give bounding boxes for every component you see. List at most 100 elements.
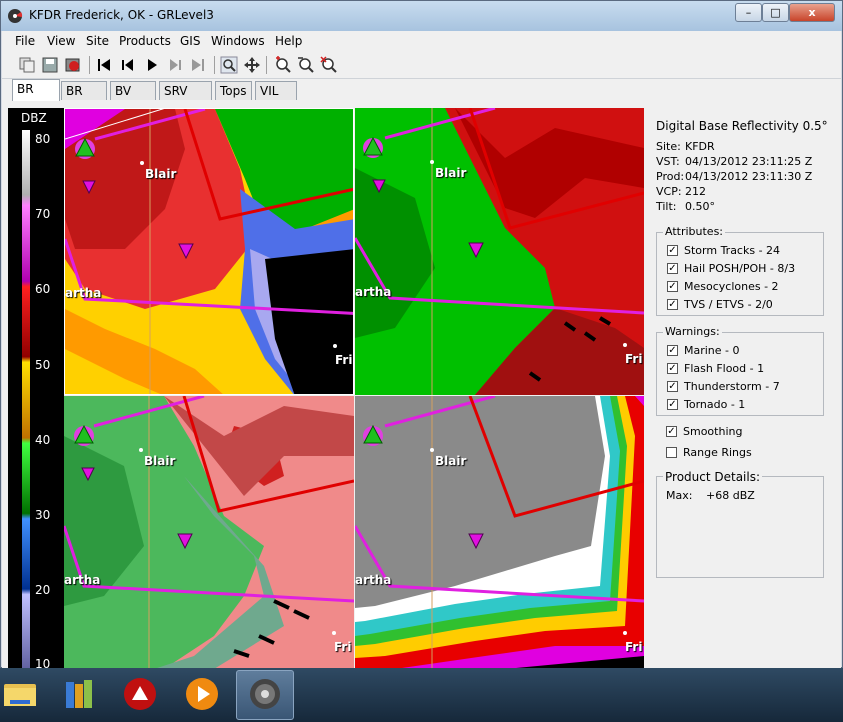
city-label-blair: Blair [435, 166, 467, 180]
scale-label-20: 20 [35, 583, 51, 597]
max-value: +68 dBZ [706, 489, 755, 502]
product-info-panel: Digital Base Reflectivity 0.5° Site: KFD… [646, 104, 839, 669]
city-label-martha: artha [355, 285, 392, 299]
checkbox-checked-icon[interactable]: ✓ [667, 345, 678, 356]
checkbox-checked-icon[interactable]: ✓ [667, 281, 678, 292]
scale-label-60: 60 [35, 282, 51, 296]
window-title: KFDR Frederick, OK - GRLevel3 [29, 8, 214, 22]
active-task-button[interactable] [236, 670, 294, 720]
zoom-reset-icon[interactable] [320, 56, 338, 74]
toolbar-separator [89, 56, 90, 74]
play-icon[interactable] [143, 56, 161, 74]
checkbox-checked-icon[interactable]: ✓ [667, 299, 678, 310]
toolbar-separator [266, 56, 267, 74]
attributes-title: Attributes: [663, 225, 726, 238]
city-label-fri: Fri [334, 640, 352, 654]
site-label: Site: [656, 140, 681, 153]
city-label-blair: Blair [144, 454, 176, 468]
city-label-fri: Fri [335, 353, 353, 367]
checkbox-checked-icon[interactable]: ✓ [666, 426, 677, 437]
menu-help[interactable]: Help [275, 34, 302, 48]
zoom-in-icon[interactable] [274, 56, 292, 74]
scale-label-70: 70 [35, 207, 51, 221]
menu-site[interactable]: Site [86, 34, 109, 48]
record-icon[interactable] [64, 56, 82, 74]
copy-icon[interactable] [18, 56, 36, 74]
menu-gis[interactable]: GIS [180, 34, 200, 48]
toolbar-separator [214, 56, 215, 74]
toolbar [2, 51, 841, 79]
menu-windows[interactable]: Windows [211, 34, 265, 48]
tab-tops[interactable]: Tops [215, 81, 252, 100]
tilt-label: Tilt: [656, 200, 677, 213]
title-bar[interactable]: KFDR Frederick, OK - GRLevel3 – □ x [1, 1, 842, 31]
tab-srv-0-5[interactable]: SRV 0.5° [159, 81, 212, 116]
city-label-blair: Blair [145, 167, 177, 181]
first-frame-icon[interactable] [95, 56, 113, 74]
product-details-title: Product Details: [663, 470, 763, 484]
color-scale-legend: DBZ 80 70 60 50 40 30 20 10 [8, 108, 64, 671]
radar-panel-reflectivity[interactable]: Blair artha Fri [64, 108, 354, 395]
file-explorer-icon[interactable] [0, 674, 40, 714]
attributes-group: Attributes: ✓ Storm Tracks - 24 ✓ Hail POS… [656, 225, 824, 316]
max-label: Max: [666, 489, 693, 502]
checkbox-checked-icon[interactable]: ✓ [667, 381, 678, 392]
product-title: Digital Base Reflectivity 0.5° [656, 119, 828, 133]
close-button[interactable]: x [789, 3, 835, 22]
product-details-group: Product Details: Max: +68 dBZ [656, 470, 824, 578]
tab-bv-0-5[interactable]: BV 0.5° [110, 81, 156, 116]
radar-panel-echo-tops[interactable]: Blair artha Fri [355, 396, 644, 669]
tilt-value: 0.50° [685, 200, 715, 213]
city-label-martha: artha [355, 573, 392, 587]
grlevel3-icon [250, 679, 280, 709]
libraries-icon[interactable] [60, 674, 100, 714]
checkbox-checked-icon[interactable]: ✓ [667, 363, 678, 374]
maximize-button[interactable]: □ [762, 3, 789, 22]
checkbox-checked-icon[interactable]: ✓ [667, 263, 678, 274]
prod-value: 04/13/2012 23:11:30 Z [685, 170, 813, 183]
city-label-fri: Fri [625, 352, 643, 366]
tab-br-0-5[interactable]: BR 0.5° [12, 79, 60, 114]
windows-taskbar [0, 668, 843, 722]
acrobat-icon[interactable] [120, 674, 160, 714]
save-icon[interactable] [41, 56, 59, 74]
city-label-martha: artha [65, 286, 102, 300]
menu-bar: File View Site Products GIS Windows Help [2, 31, 841, 51]
zoom-icon[interactable] [220, 56, 238, 74]
menu-products[interactable]: Products [119, 34, 171, 48]
scale-label-50: 50 [35, 358, 51, 372]
minimize-button[interactable]: – [735, 3, 762, 22]
tab-vil[interactable]: VIL [255, 81, 297, 100]
next-frame-icon[interactable] [166, 56, 184, 74]
vst-label: VST: [656, 155, 680, 168]
pan-icon[interactable] [243, 56, 261, 74]
checkbox-checked-icon[interactable]: ✓ [667, 245, 678, 256]
checkbox-checked-icon[interactable]: ✓ [667, 399, 678, 410]
radar-app-icon [8, 9, 23, 23]
color-scale-unit: DBZ [21, 111, 47, 125]
zoom-out-icon[interactable] [297, 56, 315, 74]
radar-panel-velocity[interactable]: Blair artha Fri [355, 108, 644, 395]
site-value: KFDR [685, 140, 715, 153]
warnings-group: Warnings: ✓ Marine - 0 ✓ Flash Flood - 1 ✓… [656, 325, 824, 416]
vcp-value: 212 [685, 185, 706, 198]
scale-label-30: 30 [35, 508, 51, 522]
city-label-martha: artha [64, 573, 101, 587]
app-window: KFDR Frederick, OK - GRLevel3 – □ x File… [0, 0, 843, 671]
city-label-fri: Fri [625, 640, 643, 654]
last-frame-icon[interactable] [189, 56, 207, 74]
scale-label-40: 40 [35, 433, 51, 447]
warnings-title: Warnings: [663, 325, 722, 338]
media-player-icon[interactable] [182, 674, 222, 714]
menu-view[interactable]: View [47, 34, 75, 48]
checkbox-unchecked-icon[interactable] [666, 447, 677, 458]
tab-br-2-5[interactable]: BR 2.5° [61, 81, 107, 116]
prev-frame-icon[interactable] [119, 56, 137, 74]
vst-value: 04/13/2012 23:11:25 Z [685, 155, 813, 168]
radar-panel-storm-relative-velocity[interactable]: Blair artha Fri [64, 396, 354, 669]
color-scale-bar [22, 130, 30, 670]
city-label-blair: Blair [435, 454, 467, 468]
scale-label-80: 80 [35, 132, 51, 146]
menu-file[interactable]: File [15, 34, 35, 48]
vcp-label: VCP: [656, 185, 682, 198]
